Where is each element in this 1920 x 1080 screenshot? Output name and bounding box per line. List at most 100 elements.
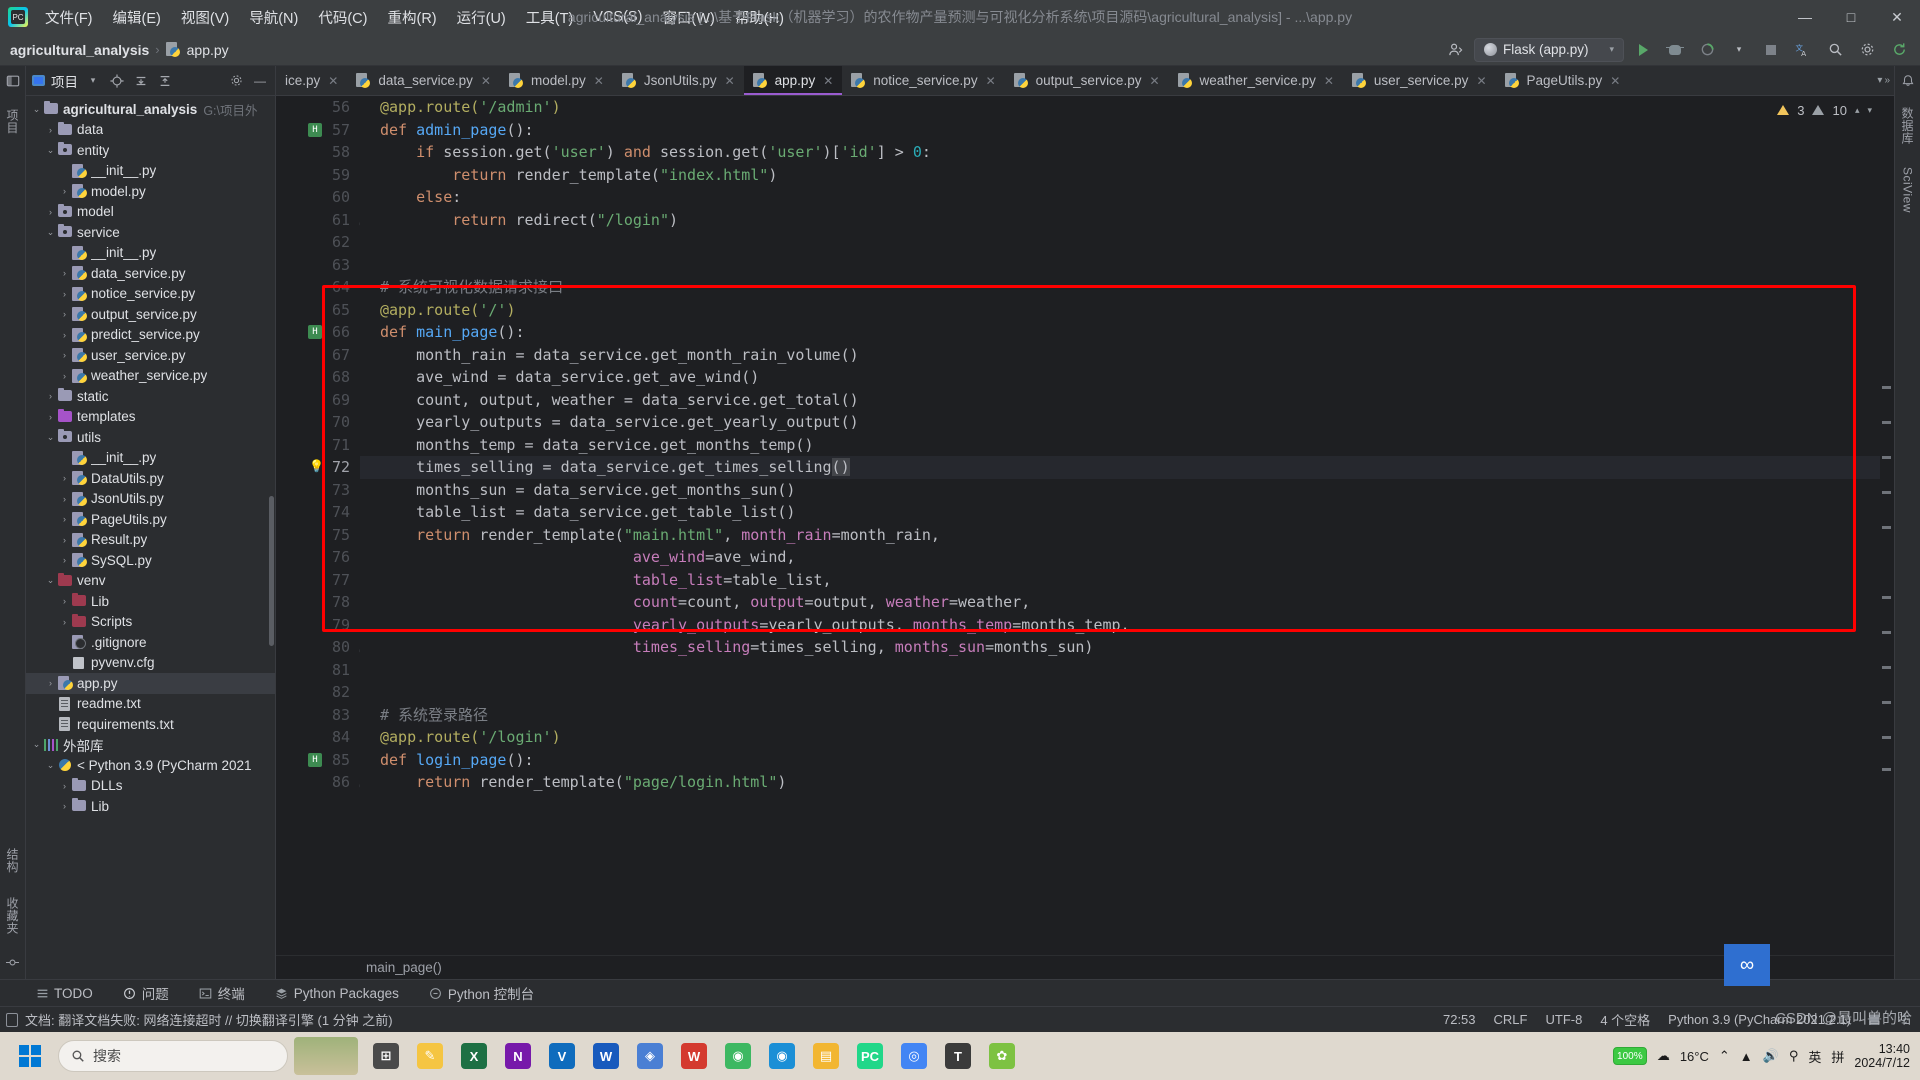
tree-expand-arrow[interactable]: › [44, 412, 57, 422]
taskbar-app-icons[interactable]: ⊞ ✎ X N V W ◈ W ◉ ◉ ▤ PC ◎ T ✿ [366, 1036, 1022, 1076]
code-line[interactable]: return render_template("main.html", mont… [360, 524, 1894, 547]
inspection-marker[interactable] [1882, 596, 1891, 599]
ime-lang[interactable]: 英 [1808, 1047, 1821, 1066]
sidebar-item-structure[interactable]: 结构 [3, 843, 22, 878]
tree-expand-arrow[interactable]: › [58, 555, 71, 565]
close-icon[interactable]: ✕ [725, 74, 735, 88]
commit-icon[interactable] [4, 953, 22, 971]
pycharm-app[interactable]: PC [850, 1036, 890, 1076]
file-encoding[interactable]: UTF-8 [1545, 1012, 1582, 1027]
tree-item-venv[interactable]: ⌄ venv [26, 571, 275, 592]
tree-expand-arrow[interactable]: › [58, 494, 71, 504]
tree-item-modelpy[interactable]: › model.py [26, 181, 275, 202]
leaf-app[interactable]: ◉ [718, 1036, 758, 1076]
close-icon[interactable]: ✕ [594, 74, 604, 88]
gutter-line[interactable]: 61⌐ [276, 209, 366, 232]
gear-icon[interactable] [227, 72, 245, 90]
gutter-line[interactable]: 57H⌄ [276, 119, 366, 142]
tree-item-utils[interactable]: ⌄ utils [26, 427, 275, 448]
menu-run[interactable]: 运行(U) [448, 3, 515, 32]
editor-tab-output_servicepy[interactable]: output_service.py ✕ [1005, 66, 1169, 95]
run-gutter-icon[interactable]: H [308, 752, 322, 767]
tree-expand-arrow[interactable]: ⌄ [44, 760, 57, 771]
line-separator[interactable]: CRLF [1494, 1012, 1528, 1027]
code-line[interactable]: month_rain = data_service.get_month_rain… [360, 344, 1894, 367]
inspection-marker[interactable] [1882, 631, 1891, 634]
tree-item-dlls[interactable]: › DLLs [26, 776, 275, 797]
search-icon[interactable] [1822, 38, 1848, 62]
tool-window-todo[interactable]: TODO [30, 984, 98, 1003]
tree-expand-arrow[interactable]: › [58, 473, 71, 483]
gutter-line[interactable]: 64 [276, 276, 360, 299]
tree-item-pyvenvcfg[interactable]: ›pyvenv.cfg [26, 653, 275, 674]
run-button[interactable] [1630, 38, 1656, 62]
tree-item-predict_servicepy[interactable]: › predict_service.py [26, 325, 275, 346]
code-line[interactable]: return redirect("/login") [360, 209, 1894, 232]
editor-tab-pageutilspy[interactable]: PageUtils.py ✕ [1496, 66, 1630, 95]
expand-all-icon[interactable] [132, 72, 150, 90]
wifi-icon[interactable]: ▲ [1740, 1049, 1753, 1064]
tree-item-sysqlpy[interactable]: › SySQL.py [26, 550, 275, 571]
tree-item-jsonutilspy[interactable]: › JsonUtils.py [26, 489, 275, 510]
code-line[interactable]: table_list=table_list, [360, 569, 1894, 592]
inspection-marker[interactable] [1882, 421, 1891, 424]
tree-item-__init__py[interactable]: ›__init__.py [26, 161, 275, 182]
tree-expand-arrow[interactable]: ⌄ [44, 575, 57, 586]
close-button[interactable]: ✕ [1874, 0, 1920, 34]
tree-item-data_servicepy[interactable]: › data_service.py [26, 263, 275, 284]
tree-expand-arrow[interactable]: › [58, 330, 71, 340]
run-gutter-icon[interactable]: H [308, 122, 322, 137]
tree-expand-arrow[interactable]: ⌄ [30, 739, 43, 750]
excel-app[interactable]: X [454, 1036, 494, 1076]
caret-position[interactable]: 72:53 [1443, 1012, 1476, 1027]
tree-expand-arrow[interactable]: › [44, 678, 57, 688]
update-project-icon[interactable] [1886, 38, 1912, 62]
gutter-line[interactable]: 58 [276, 141, 360, 164]
close-icon[interactable]: ✕ [1610, 74, 1620, 88]
gutter-line[interactable]: 74 [276, 501, 360, 524]
tree-expand-arrow[interactable]: › [58, 801, 71, 811]
close-icon[interactable]: ✕ [823, 74, 833, 88]
editor-tab-user_servicepy[interactable]: user_service.py ✕ [1343, 66, 1496, 95]
code-line[interactable]: @app.route('/login') [360, 726, 1894, 749]
locate-icon[interactable] [108, 72, 126, 90]
task-view-icon[interactable]: ⊞ [366, 1036, 406, 1076]
tree-expand-arrow[interactable]: › [58, 268, 71, 278]
sidebar-item-favorites[interactable]: 收藏夹 [3, 892, 22, 940]
word-app[interactable]: W [586, 1036, 626, 1076]
menu-code[interactable]: 代码(C) [309, 3, 376, 32]
close-icon[interactable]: ✕ [1476, 74, 1486, 88]
tree-expand-arrow[interactable]: › [58, 514, 71, 524]
start-button[interactable] [6, 1036, 54, 1076]
tree-expand-arrow[interactable]: › [58, 309, 71, 319]
wps-app[interactable]: W [674, 1036, 714, 1076]
editor-tab-bar[interactable]: ice.py ✕ data_service.py ✕ model.py ✕ JsonUtil… [276, 66, 1894, 96]
tree-item-gitignore[interactable]: ›.gitignore [26, 632, 275, 653]
tree-item-user_servicepy[interactable]: › user_service.py [26, 345, 275, 366]
gutter-line[interactable]: 59 [276, 164, 360, 187]
menu-edit[interactable]: 编辑(E) [104, 3, 170, 32]
tool-window-[interactable]: 问题 [118, 981, 174, 1005]
tool-window-python[interactable]: Python 控制台 [424, 981, 539, 1005]
menu-tools[interactable]: 工具(T) [517, 3, 583, 32]
tree-expand-arrow[interactable]: › [58, 617, 71, 627]
editor-tab-icepy[interactable]: ice.py ✕ [276, 66, 347, 95]
gutter-line[interactable]: 85H⌄ [276, 749, 366, 772]
editor-tab-weather_servicepy[interactable]: weather_service.py ✕ [1169, 66, 1343, 95]
tree-item-weather_servicepy[interactable]: › weather_service.py [26, 366, 275, 387]
gutter-line[interactable]: 73 [276, 479, 360, 502]
tree-expand-arrow[interactable]: › [58, 350, 71, 360]
breadcrumb-file[interactable]: app.py [187, 42, 229, 58]
close-icon[interactable]: ✕ [1149, 74, 1159, 88]
tree-item-static[interactable]: › static [26, 386, 275, 407]
weather-temp[interactable]: 16°C [1680, 1049, 1709, 1064]
project-tree[interactable]: ⌄ agricultural_analysis G:\项目外 › data ⌄ entity… [26, 96, 275, 979]
more-run-options-icon[interactable]: ▾ [1726, 38, 1752, 62]
project-view-icon[interactable] [4, 72, 22, 90]
edge-app[interactable]: ◉ [762, 1036, 802, 1076]
volume-icon[interactable]: 🔊 [1763, 1048, 1779, 1064]
inspection-marker[interactable] [1882, 526, 1891, 529]
code-line[interactable]: times_selling = data_service.get_times_s… [360, 456, 1894, 479]
code-line[interactable]: return render_template("index.html") [360, 164, 1894, 187]
tree-item-data[interactable]: › data [26, 120, 275, 141]
